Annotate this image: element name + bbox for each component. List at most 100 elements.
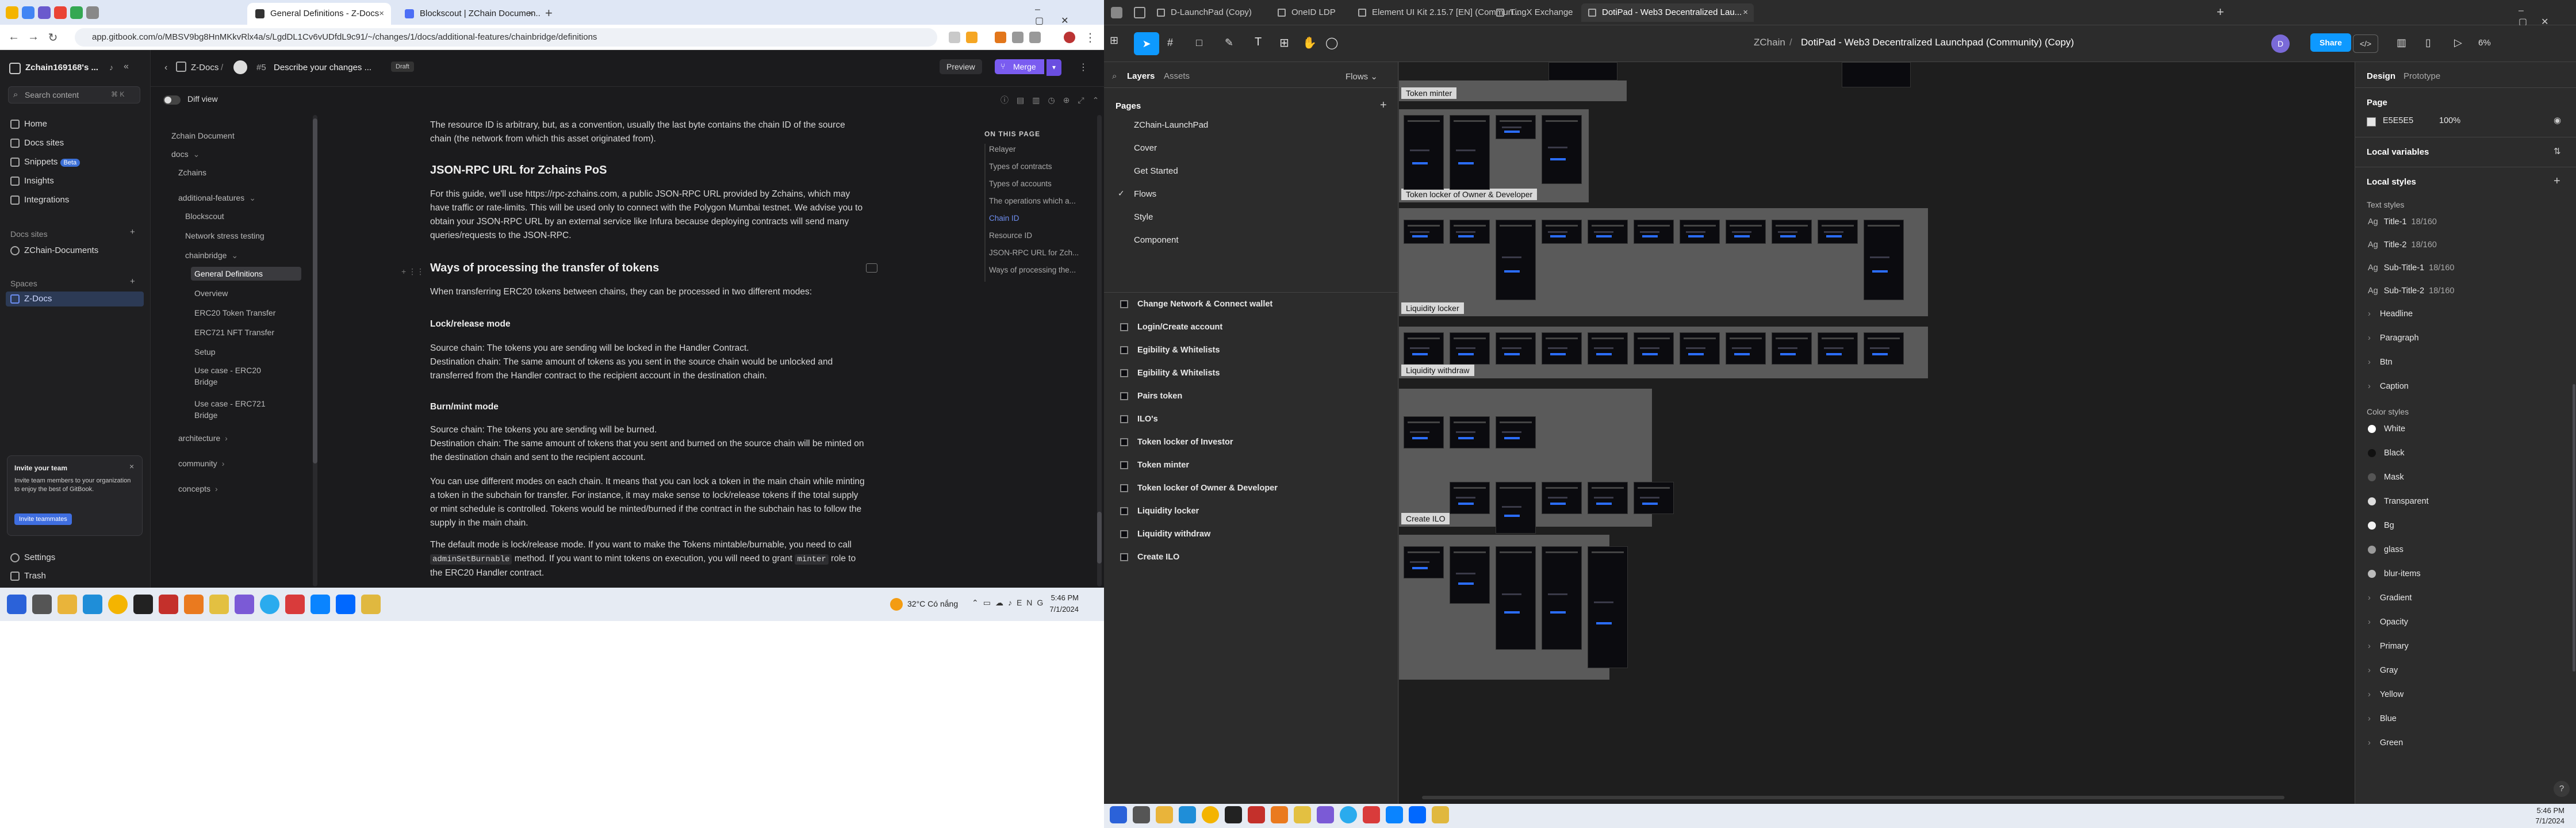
more-icon[interactable]: ⋮: [1079, 62, 1088, 73]
vs-icon[interactable]: [235, 595, 254, 614]
new-tab-button[interactable]: +: [2217, 5, 2224, 20]
nav-integrations[interactable]: Integrations: [10, 193, 69, 208]
add-page-icon[interactable]: +: [1380, 99, 1387, 112]
start-icon[interactable]: [1110, 806, 1127, 823]
text-style-group[interactable]: › Btn: [2368, 354, 2393, 370]
color-style-item[interactable]: Bg: [2368, 518, 2394, 534]
telegram-icon[interactable]: [260, 595, 279, 614]
clock-date[interactable]: 7/1/2024: [2530, 816, 2564, 825]
edge-icon[interactable]: [1179, 806, 1196, 823]
figma-logo-icon[interactable]: [1111, 7, 1122, 18]
nav-snippets[interactable]: Snippets Beta: [10, 155, 80, 170]
frame-thumbnail[interactable]: [1726, 220, 1766, 244]
tab-prototype[interactable]: Prototype: [2404, 71, 2440, 81]
weather-icon[interactable]: [890, 598, 903, 611]
variables-icon[interactable]: ⇅: [2554, 146, 2561, 156]
home-icon[interactable]: [1134, 7, 1145, 18]
color-style-group[interactable]: › Blue: [2368, 711, 2397, 727]
tree-item[interactable]: General Definitions: [191, 267, 301, 281]
toc-item[interactable]: Relayer: [989, 145, 1098, 154]
clock-time[interactable]: 5:46 PM: [2530, 806, 2564, 815]
nav-trash[interactable]: Trash: [10, 569, 46, 584]
merge-button[interactable]: ⑂ Merge: [995, 59, 1044, 74]
tree-item[interactable]: ERC20 Token Transfer: [191, 306, 301, 320]
file-tab[interactable]: TingX Exchange: [1489, 3, 1575, 22]
weather-text[interactable]: 32°C Có nắng: [907, 599, 958, 608]
library-icon[interactable]: ▯: [2425, 37, 2431, 49]
file-tab[interactable]: D-LaunchPad (Copy): [1150, 3, 1265, 22]
page-item[interactable]: Component: [1134, 232, 1179, 248]
frame-thumbnail[interactable]: [1450, 332, 1490, 365]
frame-thumbnail[interactable]: [1818, 332, 1858, 365]
bell-icon[interactable]: ♪: [109, 63, 113, 72]
text-style-group[interactable]: › Caption: [2368, 378, 2409, 394]
org-name[interactable]: Zchain169168's ...: [25, 63, 98, 72]
text-style-item[interactable]: Ag Title-2 18/160: [2368, 237, 2437, 253]
edge-icon[interactable]: [83, 595, 102, 614]
canvas-scrollbar[interactable]: [1422, 796, 2284, 799]
close-icon[interactable]: ×: [1743, 3, 1748, 22]
page-color-swatch[interactable]: [2367, 117, 2376, 126]
layer-item[interactable]: Token minter: [1120, 457, 1189, 474]
layer-item[interactable]: Token locker of Owner & Developer: [1120, 480, 1278, 497]
dev-mode-icon[interactable]: </>: [2353, 34, 2378, 53]
space-item-z-docs[interactable]: Z-Docs: [6, 292, 144, 306]
tree-item[interactable]: chainbridge ⌄: [182, 248, 301, 262]
drag-handle-icon[interactable]: + ⋮⋮: [401, 264, 424, 278]
toc-item[interactable]: Ways of processing the...: [989, 266, 1098, 274]
start-icon[interactable]: [7, 595, 26, 614]
forward-icon[interactable]: →: [26, 30, 40, 44]
search-input[interactable]: ⌕ Search content ⌘ K: [8, 86, 140, 103]
tree-item[interactable]: Setup: [191, 345, 301, 359]
window-controls[interactable]: –▢✕: [2518, 6, 2576, 28]
layer-item[interactable]: Token locker of Investor: [1120, 434, 1233, 451]
metamask-icon[interactable]: [995, 32, 1006, 43]
pinned-tab-icon[interactable]: [86, 6, 99, 19]
frame-thumbnail[interactable]: [1450, 546, 1490, 604]
menu-icon[interactable]: ⋮: [1083, 30, 1097, 45]
frame-thumbnail[interactable]: [1588, 220, 1628, 244]
panel-scrollbar[interactable]: [2573, 384, 2575, 672]
page-opacity-value[interactable]: 100%: [2439, 116, 2460, 125]
star-icon[interactable]: [966, 32, 977, 43]
app-icon[interactable]: [133, 595, 153, 614]
text-style-item[interactable]: Ag Title-1 18/160: [2368, 214, 2437, 230]
color-style-item[interactable]: Mask: [2368, 469, 2404, 485]
page-item[interactable]: Get Started: [1134, 163, 1178, 179]
color-style-item[interactable]: blur-items: [2368, 566, 2421, 582]
search-icon[interactable]: [32, 595, 52, 614]
tree-item[interactable]: Network stress testing: [182, 229, 301, 243]
team-name[interactable]: ZChain: [1754, 37, 1785, 48]
layer-item[interactable]: Egibility & Whitelists: [1120, 365, 1220, 382]
frame-thumbnail[interactable]: [1542, 115, 1582, 184]
file-tab[interactable]: OneID LDP: [1271, 3, 1346, 22]
tree-item[interactable]: Use case - ERC721 Bridge: [191, 398, 301, 424]
frame-thumbnail[interactable]: [1588, 332, 1628, 365]
frame-thumbnail[interactable]: [1634, 482, 1674, 514]
app-icon[interactable]: [1432, 806, 1449, 823]
nav-settings[interactable]: Settings: [10, 550, 55, 565]
frame-thumbnail[interactable]: [1726, 332, 1766, 365]
color-style-group[interactable]: › Green: [2368, 735, 2403, 751]
frame-thumbnail[interactable]: [1404, 332, 1444, 365]
tab-design[interactable]: Design: [2367, 71, 2395, 81]
chevron-icon[interactable]: ⌄: [193, 150, 200, 159]
app-icon[interactable]: [1294, 806, 1311, 823]
close-icon[interactable]: ×: [528, 3, 534, 25]
app-icon[interactable]: [1386, 806, 1403, 823]
layer-item[interactable]: ILO's: [1120, 411, 1158, 428]
app-icon[interactable]: [184, 595, 204, 614]
frame-thumbnail[interactable]: [1450, 416, 1490, 448]
diff-view-toggle[interactable]: [163, 95, 181, 105]
layer-item[interactable]: Pairs token: [1120, 388, 1182, 405]
page-item[interactable]: Cover: [1134, 140, 1157, 156]
pen-tool-icon[interactable]: ✎: [1225, 37, 1233, 49]
frame-thumbnail[interactable]: [1404, 115, 1444, 190]
page-item[interactable]: Flows: [1134, 186, 1156, 202]
chrome-icon[interactable]: [1202, 806, 1219, 823]
color-style-item[interactable]: Black: [2368, 445, 2404, 461]
file-explorer-icon[interactable]: [1156, 806, 1173, 823]
frame-thumbnail[interactable]: [1404, 220, 1444, 244]
frame-thumbnail[interactable]: [1542, 482, 1582, 514]
extension-icon[interactable]: [949, 32, 960, 43]
